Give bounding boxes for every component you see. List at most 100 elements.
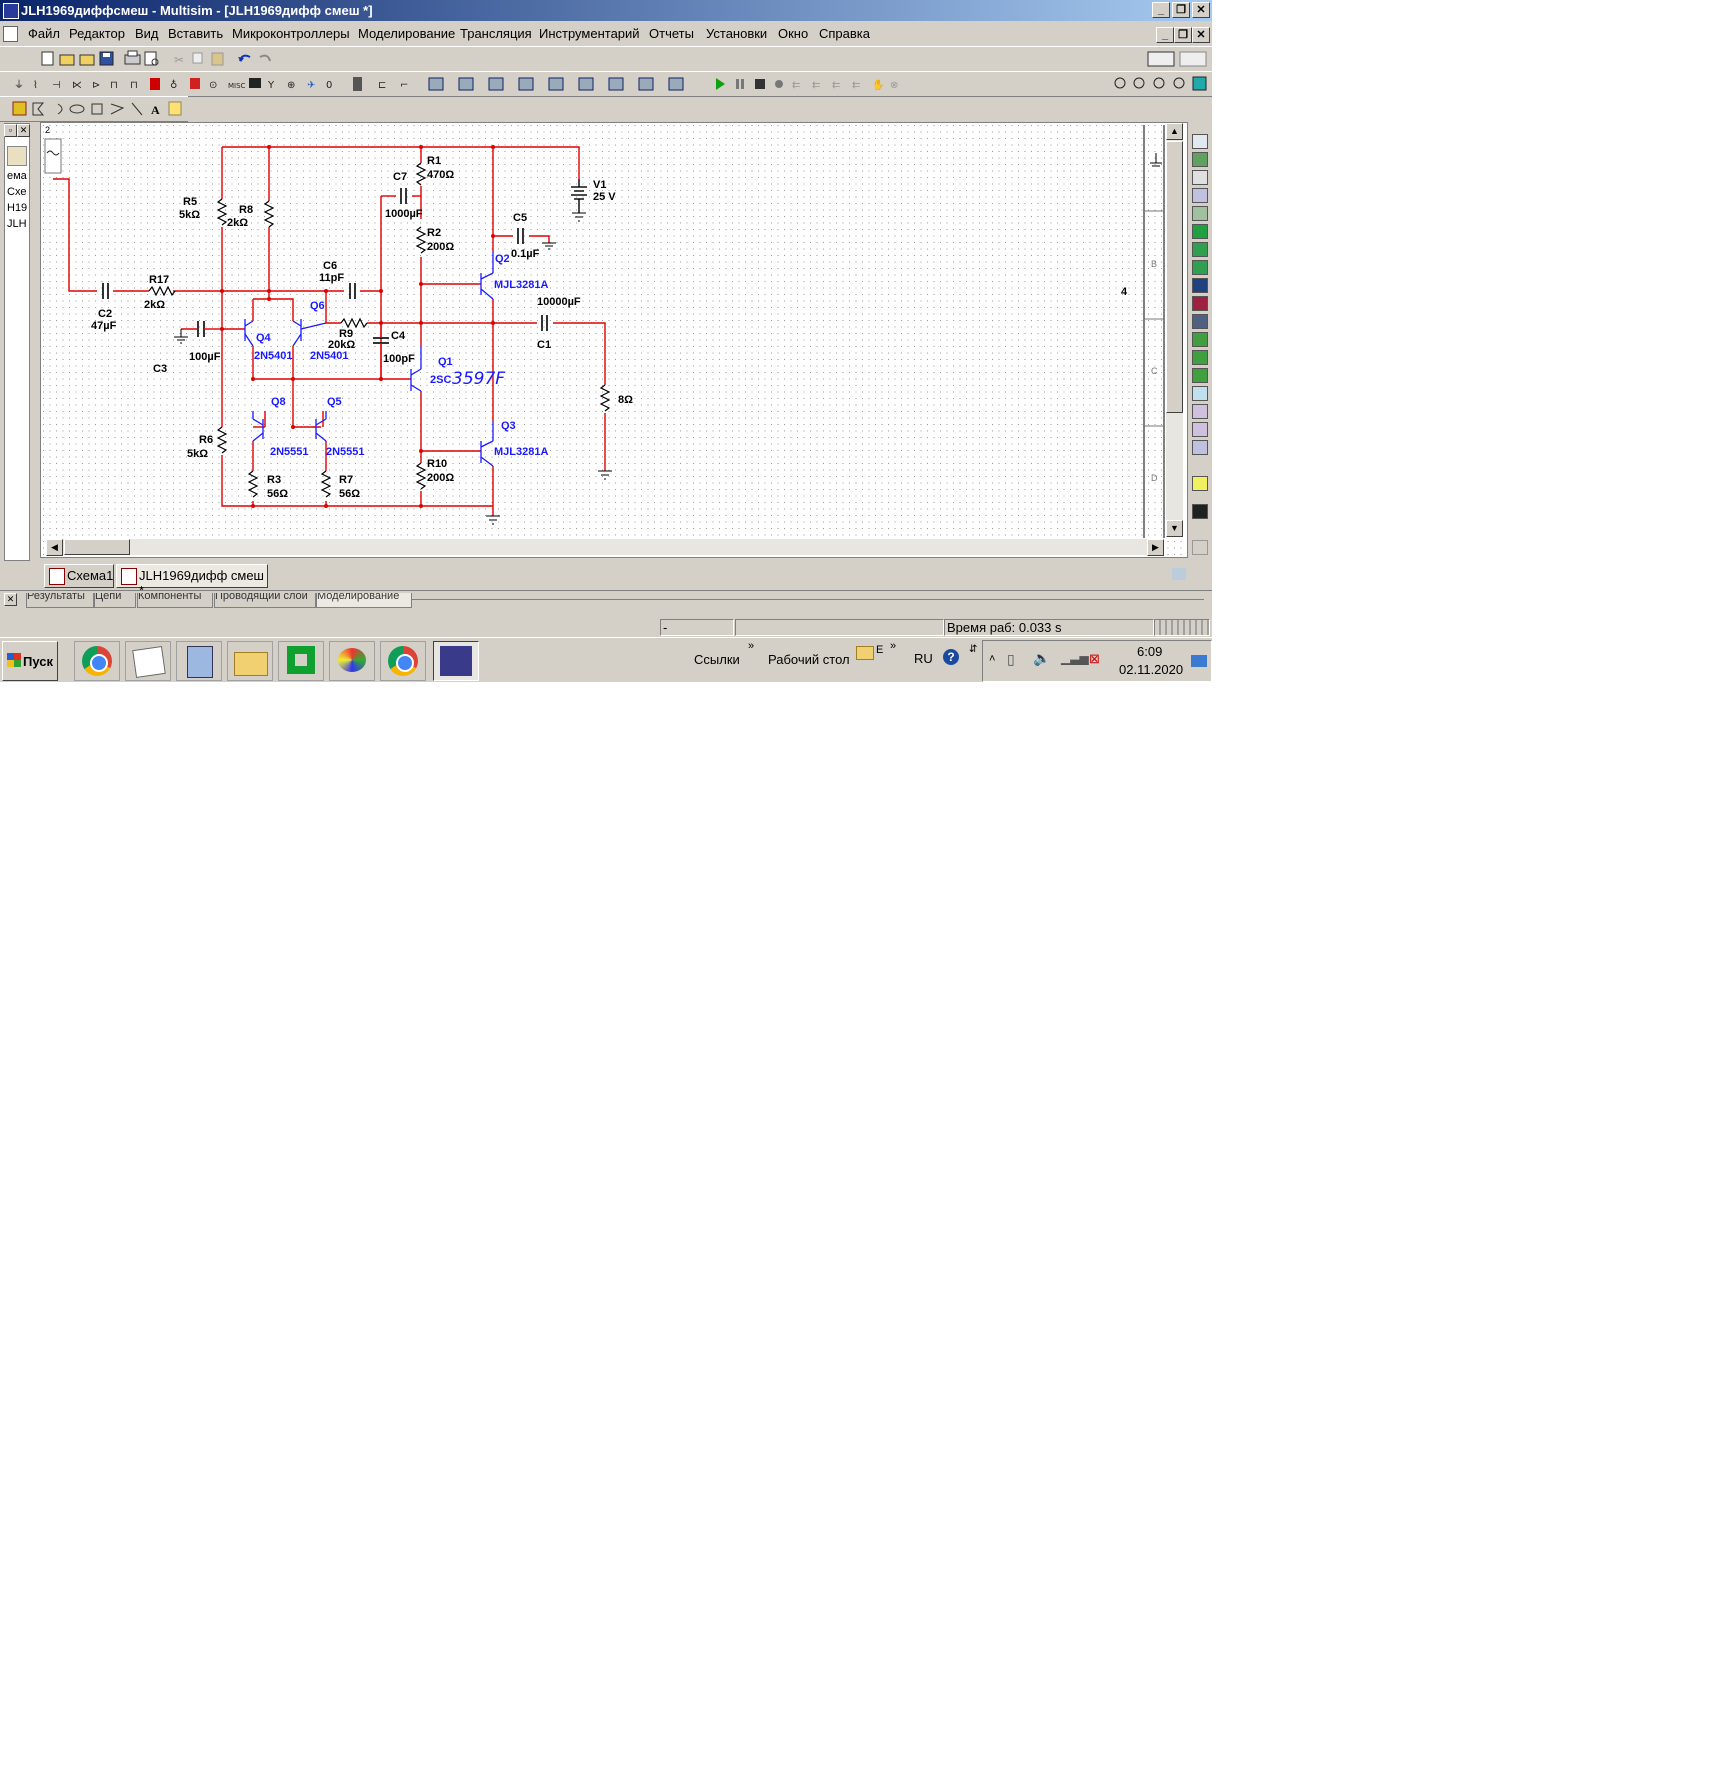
- tab-simulation[interactable]: Моделирование: [316, 593, 412, 608]
- analysis-icon-1[interactable]: [428, 77, 444, 91]
- network-analyzer-icon[interactable]: [1192, 368, 1208, 383]
- tab-components[interactable]: Компоненты: [137, 593, 213, 608]
- close-button[interactable]: ✕: [1192, 2, 1210, 18]
- text-icon[interactable]: A: [151, 103, 160, 117]
- logic-analyzer-icon[interactable]: [1192, 278, 1208, 293]
- chrome-icon-2[interactable]: [380, 641, 426, 681]
- menu-simulate[interactable]: Моделирование: [358, 26, 455, 41]
- rectangle-icon[interactable]: [91, 103, 103, 115]
- oscilloscope-icon[interactable]: [1192, 188, 1208, 203]
- menu-file[interactable]: Файл: [28, 26, 60, 41]
- signal-icon[interactable]: ▁▃▅: [1061, 651, 1089, 665]
- zoom-fit-icon[interactable]: [1173, 77, 1185, 89]
- paste-icon[interactable]: [211, 52, 224, 66]
- connector-icon[interactable]: ⊏: [378, 80, 386, 91]
- tab-results[interactable]: Результаты: [26, 593, 94, 608]
- polygon-icon[interactable]: [32, 102, 45, 116]
- arc-icon[interactable]: [57, 103, 63, 115]
- tab-jlh1969[interactable]: JLH1969дифф смеш *: [116, 564, 268, 598]
- menu-options[interactable]: Установки: [706, 26, 767, 41]
- menu-mcu[interactable]: Микроконтроллеры: [232, 26, 350, 41]
- redo-icon[interactable]: [259, 54, 271, 62]
- menu-window[interactable]: Окно: [778, 26, 808, 41]
- pause-icon[interactable]: [736, 79, 739, 89]
- agilent-multimeter-icon[interactable]: [1192, 404, 1208, 419]
- clock-date[interactable]: 02.11.2020: [1119, 662, 1183, 677]
- agilent-generator-icon[interactable]: [1192, 386, 1208, 401]
- agilent-scope-icon[interactable]: [1192, 422, 1208, 437]
- step-icon-3[interactable]: ⇇: [832, 80, 840, 91]
- comment-icon[interactable]: [168, 101, 182, 116]
- child-close-button[interactable]: ✕: [1192, 27, 1210, 43]
- print-icon[interactable]: [124, 50, 141, 65]
- analysis-icon-2[interactable]: [458, 77, 474, 91]
- menu-reports[interactable]: Отчеты: [649, 26, 694, 41]
- analysis-icon-7[interactable]: [608, 77, 624, 91]
- notepad-icon[interactable]: [125, 641, 171, 681]
- project-icon[interactable]: [7, 146, 27, 166]
- record-icon[interactable]: [775, 80, 783, 88]
- open-sample-icon[interactable]: [79, 54, 95, 66]
- connection-error-icon[interactable]: ⊠: [1089, 651, 1100, 667]
- scroll-right-icon[interactable]: ▶: [1147, 539, 1164, 556]
- advanced-peripheral-icon[interactable]: ♁: [170, 79, 177, 91]
- diode-icon[interactable]: ⊣: [52, 80, 61, 91]
- function-generator-icon[interactable]: [1192, 152, 1208, 167]
- multisim-taskbar-icon[interactable]: [433, 641, 479, 681]
- vertical-scrollbar[interactable]: ▲ ▼: [1166, 123, 1183, 537]
- schematic-canvas[interactable]: B C D 4 2 R5 5kΩ R8 2kΩ R1 470Ω C7 1000µ…: [40, 122, 1188, 558]
- breakpoint-icon[interactable]: ⊗: [890, 80, 898, 91]
- indicator-icon[interactable]: ⊙: [209, 80, 217, 91]
- tab-schema1[interactable]: Схема1: [44, 564, 114, 588]
- step-icon-4[interactable]: ⇇: [852, 80, 860, 91]
- links-toolbar[interactable]: Ссылки: [694, 652, 740, 667]
- toolbox-close-icon[interactable]: ✕: [17, 124, 30, 137]
- ttl-icon[interactable]: ⊓: [110, 80, 118, 91]
- hand-icon[interactable]: ✋: [872, 78, 884, 91]
- cut-icon[interactable]: ✂: [174, 53, 184, 67]
- step-icon-2[interactable]: ⇇: [812, 80, 820, 91]
- clock-time[interactable]: 6:09: [1137, 644, 1162, 659]
- multimeter-icon[interactable]: [1192, 134, 1208, 149]
- desktop-chevron-icon[interactable]: »: [890, 640, 896, 652]
- multiline-icon[interactable]: [110, 103, 125, 115]
- spectrum-analyzer-icon[interactable]: [1192, 350, 1208, 365]
- calculator-icon[interactable]: [176, 641, 222, 681]
- tektronix-scope-icon[interactable]: [1192, 440, 1208, 455]
- toolbox-line-1[interactable]: ема: [7, 170, 27, 182]
- save-icon[interactable]: [99, 51, 114, 66]
- antenna-icon[interactable]: Y: [267, 80, 275, 91]
- rf-icon[interactable]: [249, 78, 261, 88]
- function-generator-symbol[interactable]: [44, 138, 62, 174]
- picture-icon[interactable]: [12, 101, 27, 116]
- menu-transfer[interactable]: Трансляция: [460, 26, 532, 41]
- language-indicator[interactable]: RU: [914, 651, 933, 666]
- wattmeter-icon[interactable]: [1192, 170, 1208, 185]
- probe-icon[interactable]: [353, 77, 362, 91]
- show-desktop-icon[interactable]: [1191, 655, 1207, 667]
- menu-view[interactable]: Вид: [135, 26, 159, 41]
- tab-options-icon[interactable]: [1172, 568, 1186, 580]
- chrome-icon[interactable]: [74, 641, 120, 681]
- labview-icon[interactable]: [1192, 504, 1208, 519]
- scroll-down-icon[interactable]: ▼: [1166, 520, 1183, 537]
- child-minimize-button[interactable]: _: [1156, 27, 1174, 43]
- bode-plotter-icon[interactable]: [1192, 224, 1208, 239]
- zoom-out-icon[interactable]: [1133, 77, 1145, 89]
- horizontal-scroll-thumb[interactable]: [64, 539, 130, 555]
- minimize-button[interactable]: _: [1152, 2, 1170, 18]
- scroll-left-icon[interactable]: ◀: [46, 539, 63, 556]
- horizontal-scrollbar[interactable]: ◀ ▶: [46, 539, 1164, 556]
- analysis-icon-8[interactable]: [638, 77, 654, 91]
- basic-icon[interactable]: ⌇: [33, 80, 38, 91]
- misc-icon[interactable]: MISC: [228, 82, 246, 90]
- distortion-analyzer-icon[interactable]: [1192, 332, 1208, 347]
- tray-expand-icon[interactable]: ˄: [989, 653, 995, 665]
- amd-icon[interactable]: [278, 641, 324, 681]
- line-icon[interactable]: [131, 102, 143, 116]
- open-file-icon[interactable]: [59, 54, 75, 66]
- copy-icon[interactable]: [192, 52, 203, 64]
- undo-icon[interactable]: [238, 54, 251, 62]
- logic-converter-icon[interactable]: [1192, 296, 1208, 311]
- spreadsheet-close-icon[interactable]: ✕: [4, 593, 17, 606]
